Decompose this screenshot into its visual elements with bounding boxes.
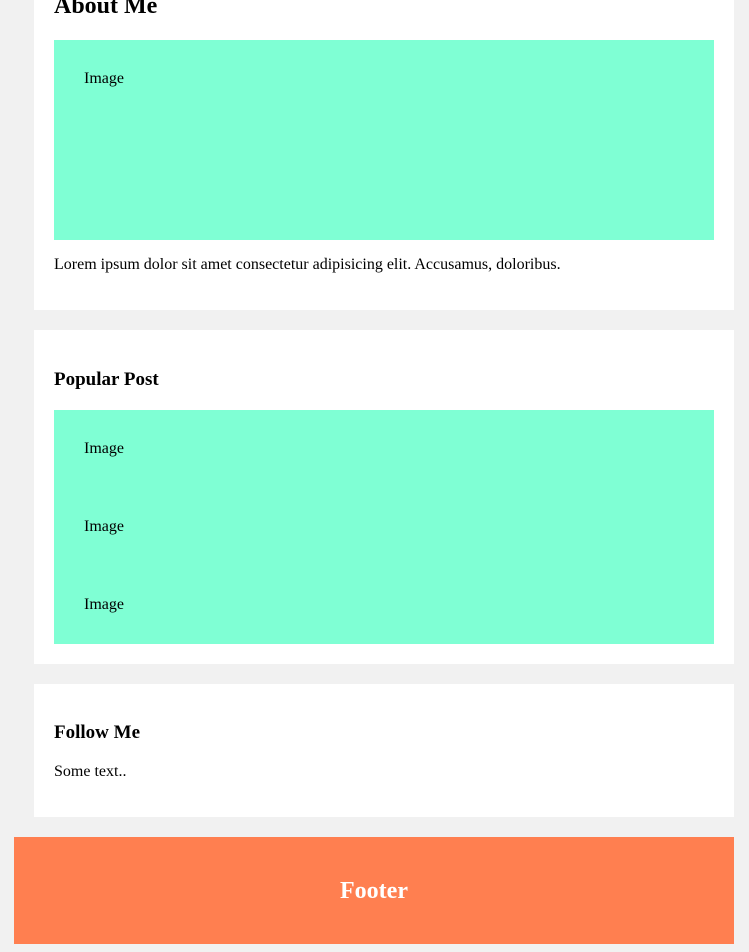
- image-label: Image: [84, 596, 124, 613]
- popular-post-card: Popular Post Image Image Image: [34, 330, 734, 664]
- footer-title: Footer: [340, 877, 408, 904]
- follow-me-text: Some text..: [54, 763, 127, 780]
- follow-me-title: Follow Me: [54, 722, 141, 743]
- about-image-placeholder: Image: [54, 40, 714, 240]
- about-title: About Me: [54, 0, 158, 19]
- popular-post-image-placeholder: Image Image Image: [54, 410, 714, 644]
- image-label: Image: [84, 70, 124, 87]
- image-label: Image: [84, 518, 124, 535]
- popular-post-title: Popular Post: [54, 369, 159, 390]
- footer: Footer: [14, 837, 734, 944]
- about-text: Lorem ipsum dolor sit amet consectetur a…: [54, 256, 561, 273]
- image-label: Image: [84, 440, 124, 457]
- about-card: About Me Image Lorem ipsum dolor sit ame…: [34, 0, 734, 310]
- follow-me-card: Follow Me Some text..: [34, 684, 734, 817]
